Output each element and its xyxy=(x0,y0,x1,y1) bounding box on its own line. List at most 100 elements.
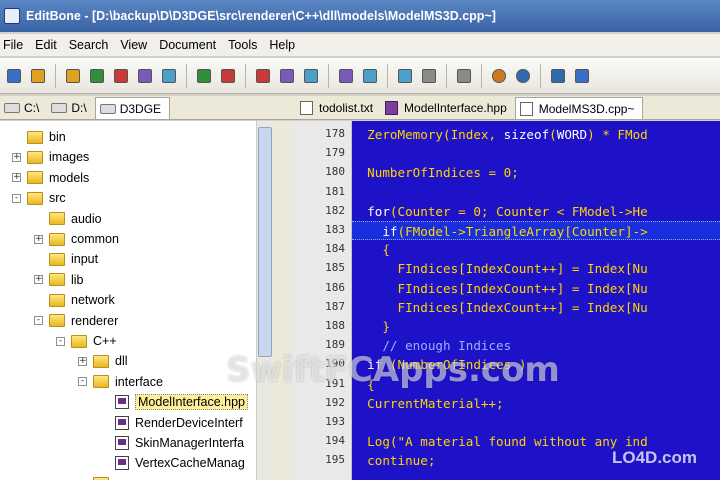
tree-folder-item[interactable] xyxy=(78,474,115,480)
replace-button[interactable] xyxy=(571,65,593,87)
undo-button[interactable] xyxy=(488,65,510,87)
menu-item-document[interactable]: Document xyxy=(154,38,223,52)
outdent-button[interactable] xyxy=(359,65,381,87)
code-line[interactable]: ZeroMemory(Index, sizeof(WORD) * FMod xyxy=(352,125,720,144)
print-preview-button[interactable] xyxy=(217,65,239,87)
collapse-icon[interactable]: - xyxy=(12,193,21,203)
expand-icon[interactable]: + xyxy=(34,234,43,244)
code-line[interactable]: { xyxy=(352,240,720,259)
tree-file-item[interactable]: SkinManagerInterfa xyxy=(100,433,244,453)
drive-tab[interactable]: D:\ xyxy=(47,97,94,119)
text-file-icon xyxy=(519,101,533,116)
replace-icon xyxy=(575,68,589,83)
folder-icon xyxy=(27,191,43,205)
folder-tree[interactable]: bin + images + models - src audio + common input + l… xyxy=(0,121,272,480)
code-line[interactable]: NumberOfIndices = 0; xyxy=(352,163,720,182)
menu-item-edit[interactable]: Edit xyxy=(30,38,64,52)
code-line[interactable]: FIndices[IndexCount++] = Index[Nu xyxy=(352,298,720,317)
expand-icon[interactable]: + xyxy=(12,173,21,183)
expand-icon[interactable]: + xyxy=(78,356,87,366)
code-line[interactable] xyxy=(352,144,720,163)
close-all-button[interactable] xyxy=(158,65,180,87)
add-bookmark-button[interactable] xyxy=(252,65,274,87)
file-tab-label: ModelMS3D.cpp~ xyxy=(538,101,635,116)
code-line[interactable]: FIndices[IndexCount++] = Index[Nu xyxy=(352,259,720,278)
tree-folder-item[interactable]: bin xyxy=(12,127,66,147)
toolbar-separator xyxy=(540,63,541,88)
file-tab[interactable]: todolist.txt xyxy=(296,97,381,119)
folder-icon xyxy=(27,130,43,144)
line-number-gutter: 178 179 180 181 182 183 184 185 186 187 188 189 190 1… xyxy=(290,121,352,480)
file-icon xyxy=(115,456,129,471)
tree-folder-item[interactable]: network xyxy=(34,290,115,310)
expand-icon[interactable]: + xyxy=(34,275,43,285)
menu-item-help[interactable]: Help xyxy=(264,38,302,52)
close-icon xyxy=(138,68,152,83)
tree-folder-item[interactable]: audio xyxy=(34,209,102,229)
pane-splitter[interactable] xyxy=(272,121,290,480)
new-file-button[interactable] xyxy=(3,65,25,87)
tree-folder-item[interactable]: - src xyxy=(12,188,66,208)
collapse-icon[interactable]: - xyxy=(56,336,65,346)
toolbar-separator xyxy=(245,63,246,88)
remove-bookmark-button[interactable] xyxy=(276,65,298,87)
tree-scrollbar[interactable] xyxy=(256,121,272,480)
tree-item-label: SkinManagerInterfa xyxy=(135,436,245,450)
expand-icon[interactable]: + xyxy=(12,152,21,162)
tree-folder-item[interactable]: - interface xyxy=(78,372,163,392)
search-button[interactable] xyxy=(547,65,569,87)
indent-button[interactable] xyxy=(335,65,357,87)
file-tab[interactable]: ModelInterface.hpp xyxy=(381,97,515,119)
tree-file-item[interactable]: RenderDeviceInterf xyxy=(100,413,243,433)
collapse-icon[interactable]: - xyxy=(34,316,43,326)
tree-folder-item[interactable]: - renderer xyxy=(34,311,118,331)
tree-folder-item[interactable]: + lib xyxy=(34,270,84,290)
toggle-case-button[interactable] xyxy=(453,65,475,87)
tree-item-label: dll xyxy=(115,354,128,369)
code-editor[interactable]: ZeroMemory(Index, sizeof(WORD) * FMod Nu… xyxy=(352,121,720,480)
tree-folder-item[interactable]: + models xyxy=(12,168,89,188)
code-line[interactable]: } xyxy=(352,317,720,336)
code-keyword: for xyxy=(367,203,390,219)
code-line[interactable]: for(Counter = 0; Counter < FModel->He xyxy=(352,202,720,221)
file-tab[interactable]: ModelMS3D.cpp~ xyxy=(514,97,644,119)
code-line[interactable] xyxy=(352,183,720,202)
tree-file-item[interactable]: ModelInterface.hpp xyxy=(100,392,249,412)
tree-file-item[interactable]: VertexCacheManag xyxy=(100,453,245,473)
tree-folder-item[interactable]: - C++ xyxy=(56,331,117,351)
code-line[interactable]: CurrentMaterial++; xyxy=(352,394,720,413)
code-line[interactable] xyxy=(352,413,720,432)
menu-item-tools[interactable]: Tools xyxy=(223,38,264,52)
line-number: 183 xyxy=(325,223,345,236)
sort-desc-button[interactable] xyxy=(418,65,440,87)
drive-tab[interactable]: C:\ xyxy=(0,97,47,119)
open-file-button[interactable] xyxy=(27,65,49,87)
tree-folder-item[interactable]: + dll xyxy=(78,351,128,371)
save-all-button[interactable] xyxy=(110,65,132,87)
collapse-icon[interactable]: - xyxy=(78,377,87,387)
code-keyword: sizeof xyxy=(503,127,550,142)
tree-folder-item[interactable]: input xyxy=(34,249,98,269)
tree-item-label: RenderDeviceInterf xyxy=(135,415,243,430)
tree-folder-item[interactable]: + images xyxy=(12,147,89,167)
file-icon xyxy=(115,436,129,450)
menu-item-file[interactable]: File xyxy=(0,38,30,52)
save-as-button[interactable] xyxy=(86,65,108,87)
save-button[interactable] xyxy=(62,65,84,87)
scrollbar-thumb[interactable] xyxy=(258,127,272,357)
close-button[interactable] xyxy=(134,65,156,87)
print-button[interactable] xyxy=(193,65,215,87)
redo-button[interactable] xyxy=(512,65,534,87)
drive-tab[interactable]: D3DGE xyxy=(94,97,171,119)
tree-folder-item[interactable]: + common xyxy=(34,229,119,249)
code-line[interactable]: FIndices[IndexCount++] = Index[Nu xyxy=(352,279,720,298)
sort-asc-button[interactable] xyxy=(394,65,416,87)
menu-item-search[interactable]: Search xyxy=(64,38,116,52)
menu-item-view[interactable]: View xyxy=(115,38,154,52)
current-code-line[interactable]: if(FModel->TriangleArray[Counter]-> xyxy=(352,221,720,240)
open-file-icon xyxy=(31,68,45,83)
bookmark-list-button[interactable] xyxy=(300,65,322,87)
